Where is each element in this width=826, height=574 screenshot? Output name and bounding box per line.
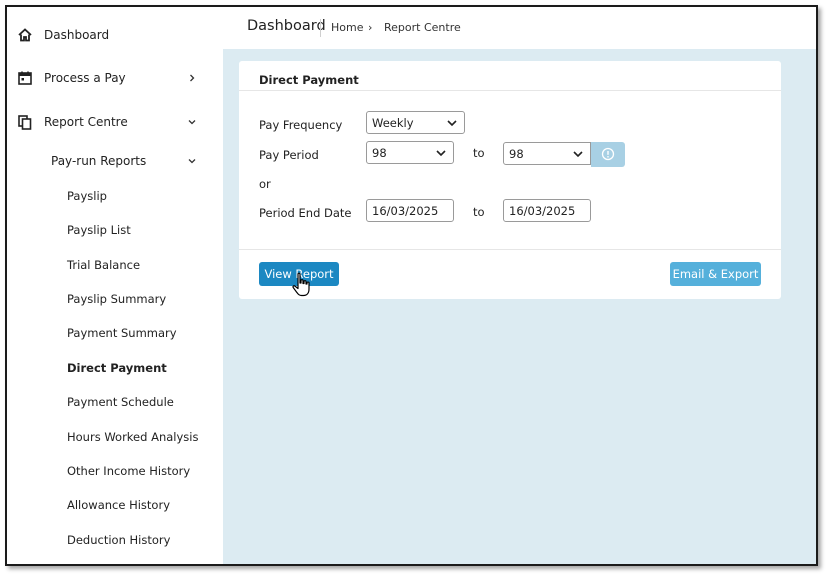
chevron-down-icon [188, 120, 196, 125]
app-window: Dashboard Process a Pay Report Centre Pa… [5, 5, 818, 566]
sidebar-item-deduction-history[interactable]: Deduction History [67, 530, 170, 550]
chevron-down-icon [188, 159, 196, 164]
chevron-down-icon [436, 150, 446, 157]
sidebar-item-process-a-pay[interactable]: Process a Pay [7, 63, 223, 93]
sidebar-item-direct-payment[interactable]: Direct Payment [67, 358, 167, 378]
sidebar-item-label: Pay-run Reports [51, 154, 147, 168]
direct-payment-card: Direct Payment Pay Frequency Weekly Pay … [239, 61, 781, 299]
email-export-button[interactable]: Email & Export [670, 262, 761, 286]
sidebar-item-other-income-history[interactable]: Other Income History [67, 461, 190, 481]
sidebar-item-dashboard[interactable]: Dashboard [7, 20, 223, 50]
divider [239, 249, 781, 250]
breadcrumb-home[interactable]: Home [331, 21, 363, 34]
period-info-button[interactable] [591, 142, 625, 167]
breadcrumb-report-centre: Report Centre [384, 21, 461, 34]
divider [239, 90, 781, 91]
sidebar-item-hours-worked-analysis[interactable]: Hours Worked Analysis [67, 427, 198, 447]
page-title: Dashboard [247, 18, 326, 34]
sidebar-item-allowance-history[interactable]: Allowance History [67, 495, 170, 515]
sidebar-item-label: Report Centre [44, 115, 128, 129]
pay-period-to-value: 98 [509, 146, 524, 161]
sidebar-item-trial-balance[interactable]: Trial Balance [67, 255, 140, 275]
chevron-right-icon [190, 74, 195, 82]
period-end-from-input[interactable]: 16/03/2025 [366, 199, 454, 222]
pay-frequency-select[interactable]: Weekly [366, 111, 465, 134]
card-title: Direct Payment [259, 73, 359, 87]
breadcrumb-separator: › [368, 21, 373, 34]
sidebar-item-pay-run-reports[interactable]: Pay-run Reports [7, 148, 223, 174]
sidebar: Dashboard Process a Pay Report Centre Pa… [7, 7, 223, 564]
hand-cursor-icon [292, 272, 310, 297]
sidebar-item-payslip-summary[interactable]: Payslip Summary [67, 289, 166, 309]
pay-period-from-select[interactable]: 98 [366, 141, 454, 164]
to-label: to [473, 146, 485, 160]
to-label: to [473, 205, 485, 219]
chevron-down-icon [573, 151, 583, 158]
pay-period-from-value: 98 [372, 145, 387, 160]
pay-frequency-value: Weekly [372, 115, 414, 130]
pay-frequency-label: Pay Frequency [259, 118, 343, 132]
header-bar: Dashboard Home › Report Centre [223, 7, 816, 49]
period-end-to-input[interactable]: 16/03/2025 [503, 199, 591, 222]
pay-period-to-select[interactable]: 98 [503, 142, 591, 165]
calendar-icon [18, 71, 32, 85]
period-end-to-value: 16/03/2025 [509, 203, 576, 218]
sidebar-item-report-centre[interactable]: Report Centre [7, 107, 223, 137]
info-icon [601, 147, 615, 161]
home-icon [18, 28, 32, 42]
pay-period-label: Pay Period [259, 148, 319, 162]
sidebar-item-payment-schedule[interactable]: Payment Schedule [67, 392, 174, 412]
period-end-date-label: Period End Date [259, 206, 352, 220]
sidebar-item-label: Dashboard [44, 28, 110, 42]
period-end-from-value: 16/03/2025 [372, 203, 439, 218]
chevron-down-icon [447, 120, 457, 127]
copy-icon [18, 115, 32, 130]
sidebar-item-label: Process a Pay [44, 71, 126, 85]
sidebar-item-payslip[interactable]: Payslip [67, 186, 107, 206]
sidebar-item-payslip-list[interactable]: Payslip List [67, 220, 131, 240]
title-divider [320, 19, 321, 37]
or-label: or [259, 177, 271, 191]
sidebar-item-payment-summary[interactable]: Payment Summary [67, 323, 177, 343]
